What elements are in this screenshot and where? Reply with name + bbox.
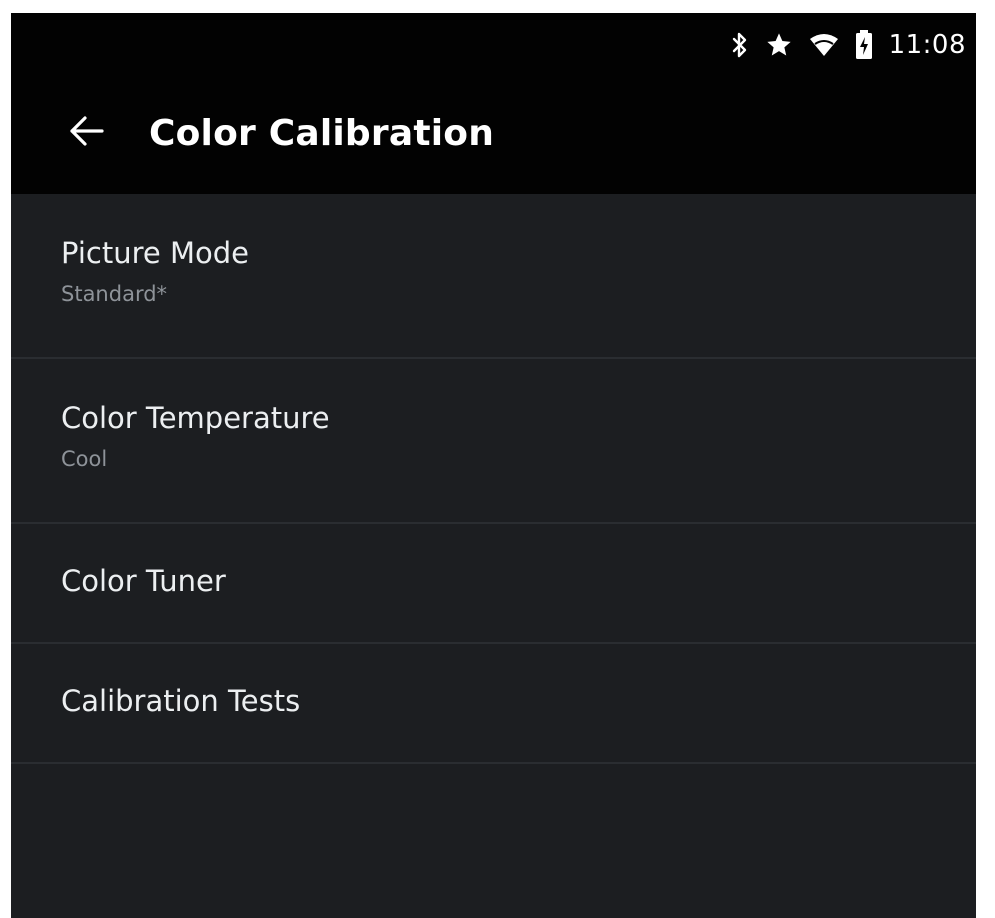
battery-charging-icon (855, 30, 873, 60)
list-item-value: Standard* (61, 282, 168, 306)
top-bar: 11:08 Color Calibration (11, 13, 976, 194)
back-button[interactable] (56, 103, 116, 163)
list-item-label: Color Tuner (61, 564, 226, 598)
clock-time: 11:08 (888, 30, 966, 60)
phone-screen: 11:08 Color Calibration Picture Mode Sta… (11, 13, 976, 918)
list-item-label: Color Temperature (61, 401, 330, 435)
settings-list: Picture Mode Standard* Color Temperature… (11, 194, 976, 764)
list-item-picture-mode[interactable]: Picture Mode Standard* (11, 194, 976, 359)
app-bar: Color Calibration (11, 93, 976, 173)
star-icon (765, 31, 793, 59)
arrow-left-icon (68, 115, 104, 151)
page-title: Color Calibration (149, 112, 495, 154)
bluetooth-icon (731, 31, 749, 59)
list-item-value: Cool (61, 447, 108, 471)
list-item-color-temperature[interactable]: Color Temperature Cool (11, 359, 976, 524)
list-item-color-tuner[interactable]: Color Tuner (11, 524, 976, 644)
list-item-label: Calibration Tests (61, 684, 301, 718)
wifi-icon (809, 32, 839, 58)
list-item-calibration-tests[interactable]: Calibration Tests (11, 644, 976, 764)
status-bar: 11:08 (731, 25, 966, 65)
list-item-label: Picture Mode (61, 236, 249, 270)
